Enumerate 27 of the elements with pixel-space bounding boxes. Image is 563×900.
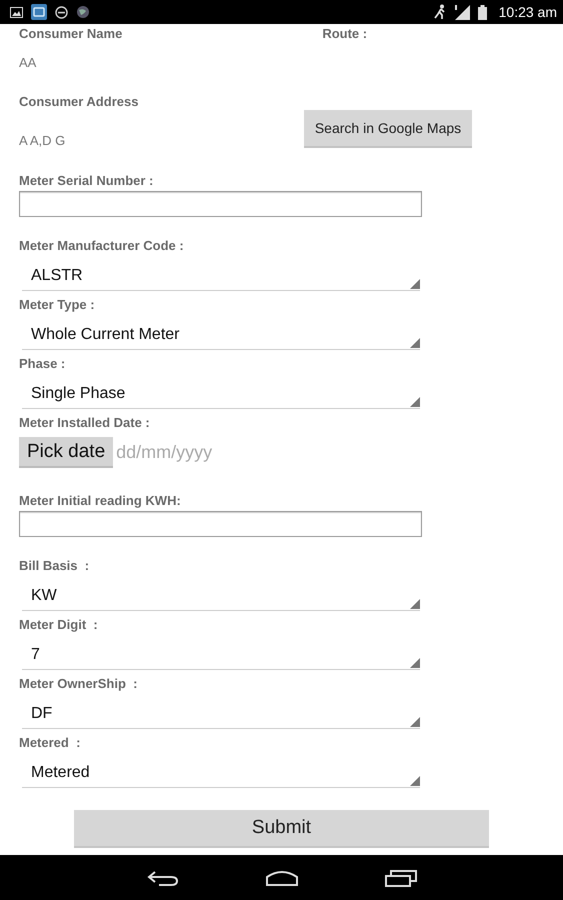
- field-label: Meter Initial reading KWH:: [19, 494, 181, 508]
- pick-date-button[interactable]: Pick date: [19, 437, 114, 468]
- field-label: Metered :: [19, 736, 80, 750]
- map-search-button[interactable]: Search in Google Maps: [304, 110, 472, 148]
- dropdown[interactable]: 7: [22, 641, 420, 670]
- dropdown[interactable]: Metered: [22, 759, 420, 788]
- field-label: Phase :: [19, 357, 66, 371]
- field-label: Meter Installed Date :: [19, 416, 150, 430]
- field-label: Meter Digit :: [19, 618, 98, 632]
- clock-time: 10:23 am: [498, 4, 557, 20]
- field-label: Meter Type :: [19, 298, 95, 312]
- date-field[interactable]: dd/mm/yyyy: [116, 442, 246, 463]
- field-label: Route :: [322, 27, 368, 41]
- field-value: A A,D G: [19, 134, 66, 148]
- field-label: Consumer Address: [19, 95, 138, 109]
- dropdown[interactable]: ALSTR: [22, 262, 420, 291]
- field-label: Bill Basis :: [19, 559, 90, 573]
- field-label: Meter Manufacturer Code :: [19, 239, 184, 253]
- dropdown[interactable]: KW: [22, 582, 420, 611]
- submit-button[interactable]: Submit: [74, 810, 489, 848]
- field-label: Consumer Name: [19, 27, 122, 41]
- field-label: Meter Serial Number :: [19, 174, 154, 188]
- dropdown[interactable]: Whole Current Meter: [22, 321, 420, 350]
- dropdown[interactable]: DF: [22, 700, 420, 729]
- field-label: Meter OwnerShip :: [19, 677, 138, 691]
- dropdown[interactable]: Single Phase: [22, 380, 420, 409]
- field-value: AA: [19, 56, 36, 70]
